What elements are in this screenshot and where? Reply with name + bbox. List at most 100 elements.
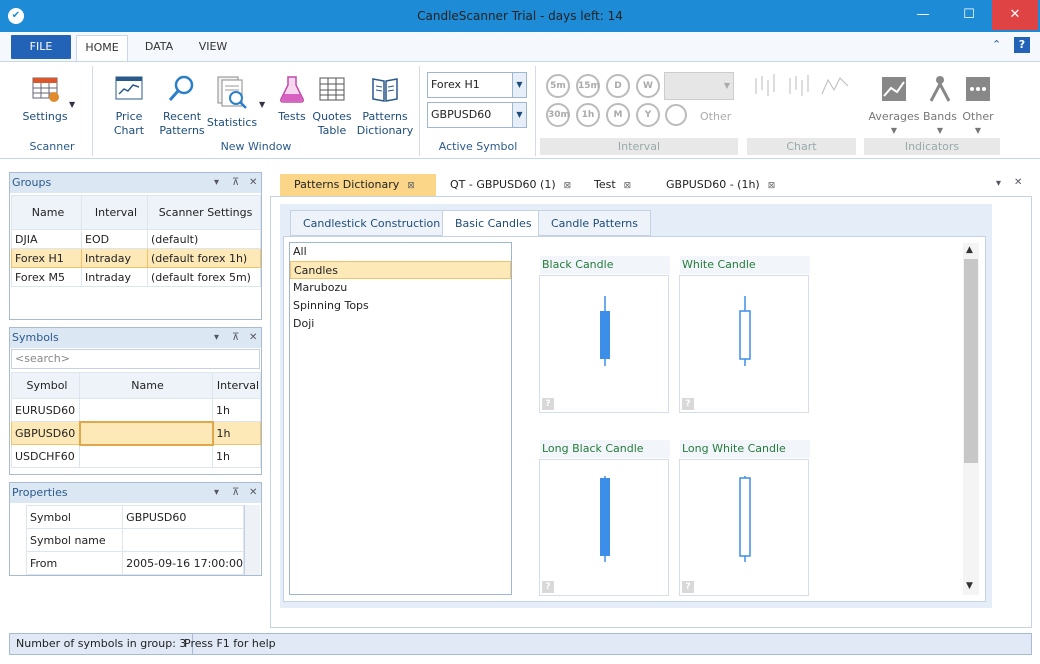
- panel-close-icon[interactable]: ✕: [249, 483, 257, 503]
- settings-button[interactable]: Settings: [18, 74, 72, 124]
- help-icon[interactable]: ?: [542, 581, 554, 593]
- panel-dropdown-icon[interactable]: ▾: [214, 483, 219, 503]
- tabs-close-icon[interactable]: ✕: [1014, 177, 1022, 188]
- card-long-white-candle[interactable]: Long White Candle ?: [679, 440, 810, 596]
- list-item-marubozu[interactable]: Marubozu: [290, 279, 511, 297]
- card-long-black-candle[interactable]: Long Black Candle ?: [539, 440, 670, 596]
- cell[interactable]: 2005-09-16 17:00:00: [122, 551, 244, 575]
- scroll-up-icon[interactable]: ▲: [966, 245, 973, 255]
- list-item-spinning-tops[interactable]: Spinning Tops: [290, 297, 511, 315]
- panel-dropdown-icon[interactable]: ▾: [214, 173, 219, 193]
- panel-close-icon[interactable]: ✕: [249, 328, 257, 348]
- cell[interactable]: GBPUSD60: [122, 505, 244, 529]
- help-icon[interactable]: ?: [542, 398, 554, 410]
- properties-scrollbar[interactable]: [244, 505, 260, 575]
- chevron-down-icon[interactable]: ▼: [920, 124, 960, 138]
- tab-patterns-dictionary[interactable]: Patterns Dictionary ⊠: [280, 174, 436, 196]
- panel-close-icon[interactable]: ✕: [249, 173, 257, 193]
- scroll-down-icon[interactable]: ▼: [966, 581, 973, 591]
- tests-button[interactable]: Tests: [272, 74, 312, 124]
- chevron-down-icon[interactable]: ▼: [512, 73, 526, 97]
- close-window-button[interactable]: ✕: [992, 0, 1038, 30]
- statistics-button[interactable]: Statistics: [206, 74, 258, 130]
- tab-view[interactable]: VIEW: [190, 35, 236, 61]
- scrollbar-thumb[interactable]: [964, 259, 978, 463]
- tab-candlestick-construction[interactable]: Candlestick Construction: [290, 210, 454, 236]
- group-combo[interactable]: Forex H1 ▼: [427, 72, 527, 98]
- cell[interactable]: [122, 528, 244, 552]
- tab-candle-patterns[interactable]: Candle Patterns: [538, 210, 652, 236]
- file-tab[interactable]: FILE: [11, 35, 71, 59]
- table-row[interactable]: Symbol GBPUSD60: [25, 505, 244, 529]
- interval-30m-button[interactable]: 30m: [546, 103, 570, 127]
- interval-m-button[interactable]: M: [606, 103, 630, 127]
- recent-patterns-button[interactable]: Recent Patterns: [158, 74, 206, 138]
- table-row[interactable]: USDCHF60 1h: [11, 444, 261, 468]
- tab-data[interactable]: DATA: [136, 35, 182, 61]
- tab-home[interactable]: HOME: [76, 35, 128, 61]
- help-icon[interactable]: ?: [682, 581, 694, 593]
- list-item-candles[interactable]: Candles: [290, 261, 511, 279]
- price-chart-button[interactable]: Price Chart: [100, 74, 158, 138]
- other-interval-label[interactable]: Other: [700, 110, 731, 123]
- column-header-name[interactable]: Name: [11, 195, 82, 230]
- list-item-all[interactable]: All: [290, 243, 511, 261]
- patterns-dictionary-button[interactable]: Patterns Dictionary: [354, 74, 416, 138]
- averages-button[interactable]: Averages ▼: [868, 74, 920, 138]
- chevron-down-icon[interactable]: ▼: [724, 81, 730, 90]
- column-header-symbol[interactable]: Symbol: [11, 372, 80, 399]
- cell[interactable]: [78, 420, 214, 446]
- bands-button[interactable]: Bands ▼: [920, 74, 960, 138]
- pin-icon[interactable]: ⊼: [232, 328, 239, 348]
- column-header-scanner-settings[interactable]: Scanner Settings: [147, 195, 261, 230]
- table-row[interactable]: DJIA EOD (default): [11, 229, 261, 249]
- list-item-doji[interactable]: Doji: [290, 315, 511, 333]
- interval-w-button[interactable]: W: [636, 74, 660, 98]
- other-indicators-button[interactable]: Other ▼: [960, 74, 996, 138]
- interval-y-button[interactable]: Y: [636, 103, 660, 127]
- help-icon[interactable]: ?: [682, 398, 694, 410]
- column-header-name[interactable]: Name: [79, 372, 213, 399]
- chevron-down-icon[interactable]: ▼: [868, 124, 920, 138]
- help-icon[interactable]: ?: [1014, 37, 1030, 53]
- tab-qt-gbpusd60[interactable]: QT - GBPUSD60 (1) ⊠: [436, 174, 574, 196]
- close-icon[interactable]: ⊠: [624, 181, 632, 191]
- table-row-selected[interactable]: Forex H1 Intraday (default forex 1h): [11, 248, 261, 268]
- interval-d-button[interactable]: D: [606, 74, 630, 98]
- card-white-candle[interactable]: White Candle ?: [679, 256, 810, 413]
- interval-combo[interactable]: ▼: [664, 72, 734, 100]
- panel-dropdown-icon[interactable]: ▾: [214, 328, 219, 348]
- table-row[interactable]: EURUSD60 1h: [11, 398, 261, 422]
- pin-icon[interactable]: ⊼: [232, 173, 239, 193]
- close-icon[interactable]: ⊠: [407, 181, 415, 191]
- chevron-down-icon[interactable]: ▼: [512, 103, 526, 127]
- table-row[interactable]: Forex M5 Intraday (default forex 5m): [11, 267, 261, 287]
- minimize-button[interactable]: —: [900, 0, 946, 30]
- pin-icon[interactable]: ⊼: [232, 483, 239, 503]
- tab-gbpusd60-1h[interactable]: GBPUSD60 - (1h) ⊠: [652, 174, 784, 196]
- clock-icon[interactable]: [665, 104, 687, 126]
- chart-type-icons[interactable]: [752, 72, 852, 102]
- interval-1h-button[interactable]: 1h: [576, 103, 600, 127]
- close-icon[interactable]: ⊠: [564, 181, 572, 191]
- statistics-dropdown-icon[interactable]: ▼: [259, 100, 265, 109]
- interval-15m-button[interactable]: 15m: [576, 74, 600, 98]
- interval-5m-button[interactable]: 5m: [546, 74, 570, 98]
- collapse-ribbon-icon[interactable]: ⌃: [992, 38, 1004, 52]
- card-black-candle[interactable]: Black Candle ?: [539, 256, 670, 413]
- column-header-interval[interactable]: Interval: [212, 372, 261, 399]
- symbol-search-input[interactable]: <search>: [11, 349, 260, 369]
- quotes-table-button[interactable]: Quotes Table: [310, 74, 354, 138]
- cards-scrollbar[interactable]: ▲ ▼: [963, 243, 979, 595]
- symbol-combo[interactable]: GBPUSD60 ▼: [427, 102, 527, 128]
- close-icon[interactable]: ⊠: [768, 181, 776, 191]
- table-row[interactable]: Symbol name: [25, 528, 244, 552]
- maximize-button[interactable]: ☐: [946, 0, 992, 30]
- tabs-dropdown-icon[interactable]: ▾: [996, 178, 1001, 189]
- column-header-interval[interactable]: Interval: [81, 195, 148, 230]
- table-row-selected[interactable]: GBPUSD60 1h: [11, 420, 261, 446]
- settings-dropdown-icon[interactable]: ▼: [69, 100, 75, 109]
- chevron-down-icon[interactable]: ▼: [960, 124, 996, 138]
- table-row[interactable]: From 2005-09-16 17:00:00: [25, 551, 244, 575]
- tab-test[interactable]: Test ⊠: [580, 174, 652, 196]
